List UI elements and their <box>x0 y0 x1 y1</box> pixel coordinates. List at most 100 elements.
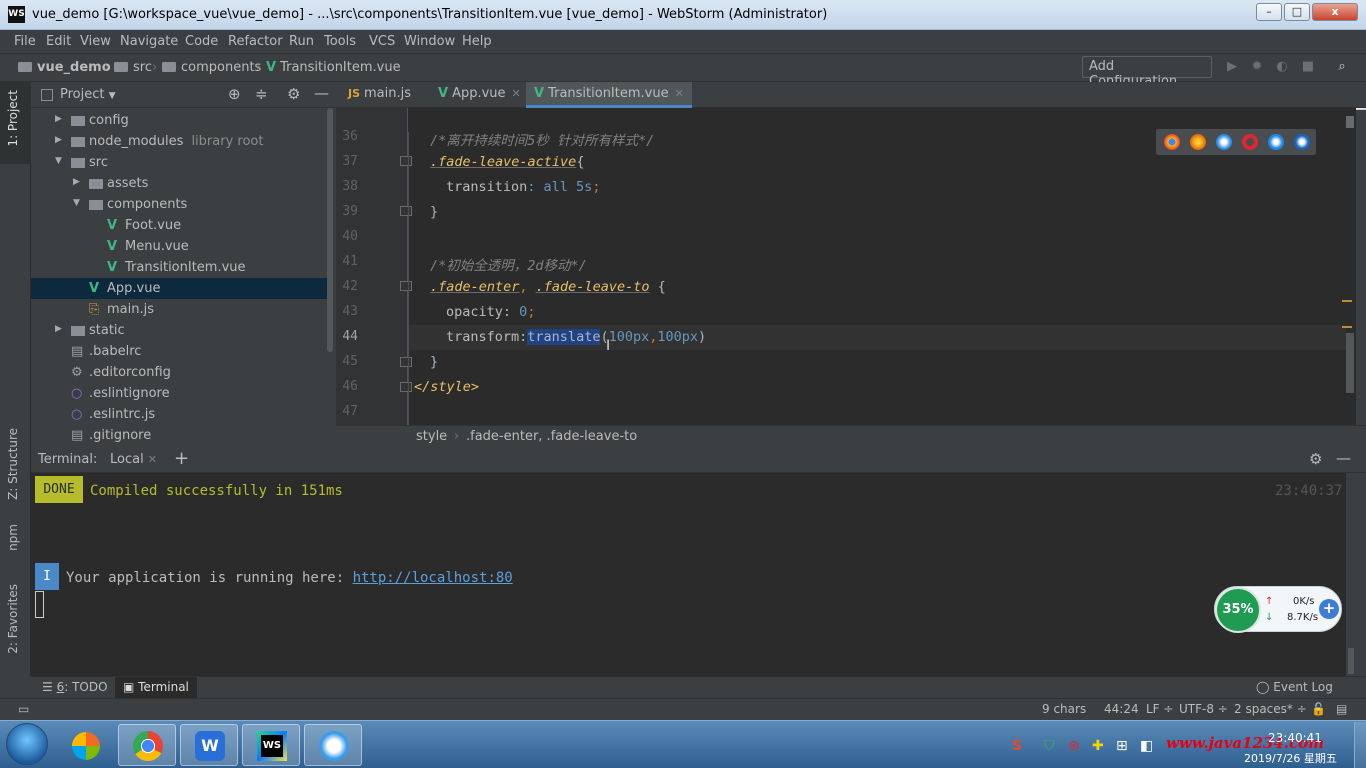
plus-icon[interactable]: + <box>1319 599 1339 619</box>
caret-position[interactable]: 44:24 <box>1104 702 1139 716</box>
opera-icon[interactable] <box>1242 134 1258 150</box>
collapse-all-icon[interactable]: ≑ <box>255 85 268 103</box>
tab-app-vue[interactable]: V App.vue ✕ <box>430 82 529 108</box>
tool-window-toggle-icon[interactable]: ▭ <box>18 702 29 716</box>
tab-terminal[interactable]: ▣ Terminal <box>115 677 197 699</box>
sogou-tray-icon[interactable]: S <box>1012 738 1022 754</box>
tab-todo[interactable]: ☰ 6: TODO <box>42 680 108 694</box>
breadcrumb-project[interactable]: vue_demo <box>18 60 111 75</box>
fold-marker-icon[interactable] <box>400 382 412 392</box>
tree-item[interactable]: ⎘ main.js <box>31 299 327 320</box>
breadcrumb-style[interactable]: style <box>416 429 447 444</box>
menu-navigate[interactable]: Navigate <box>120 34 178 49</box>
plus-tray-icon[interactable]: ✚ <box>1092 738 1104 754</box>
event-log-button[interactable]: ◯ Event Log <box>1256 680 1333 694</box>
indent-setting[interactable]: 2 spaces* ÷ <box>1234 702 1307 716</box>
taskbar-app-webstorm[interactable]: WS <box>242 724 300 766</box>
menu-edit[interactable]: Edit <box>46 34 71 49</box>
editor-scrollbar[interactable] <box>1342 108 1356 425</box>
chrome-icon[interactable] <box>1164 134 1180 150</box>
tree-item[interactable]: ⚙ .editorconfig <box>31 362 327 383</box>
tree-item[interactable]: ▤ .gitignore <box>31 425 327 446</box>
hide-panel-icon[interactable]: — <box>1336 449 1351 467</box>
debug-icon[interactable]: ✹ <box>1249 59 1265 75</box>
tab-transitionitem-vue[interactable]: V TransitionItem.vue ✕ <box>526 82 692 108</box>
project-view-selector[interactable]: Project ▼ <box>60 87 116 102</box>
tool-tab-npm[interactable]: npm <box>6 524 20 551</box>
internet-explorer-icon[interactable] <box>1268 134 1284 150</box>
menu-vcs[interactable]: VCS <box>369 34 395 49</box>
network-tray-icon[interactable]: ⊞ <box>1116 738 1128 754</box>
menu-run[interactable]: Run <box>289 34 314 49</box>
taskbar-app-chrome[interactable] <box>118 724 176 766</box>
show-desktop-button[interactable] <box>1354 722 1366 768</box>
chevron-right-icon[interactable]: ▶ <box>55 324 62 334</box>
menu-view[interactable]: View <box>80 34 111 49</box>
fold-marker-icon[interactable] <box>400 156 412 166</box>
antivirus-tray-icon[interactable]: ⊛ <box>1068 738 1080 754</box>
taskbar-app-browser[interactable] <box>304 724 362 766</box>
hide-panel-icon[interactable]: — <box>314 84 329 102</box>
security-tray-icon[interactable]: ⛉ <box>1044 738 1055 754</box>
breadcrumb-file[interactable]: V TransitionItem.vue <box>266 60 401 75</box>
tree-item[interactable]: ▶ static <box>31 320 327 341</box>
tree-item[interactable]: ▤ .babelrc <box>31 341 327 362</box>
menu-refactor[interactable]: Refactor <box>228 34 283 49</box>
terminal-scrollbar[interactable] <box>1348 648 1354 674</box>
safari-icon[interactable] <box>1216 134 1232 150</box>
lock-icon[interactable]: 🔓 <box>1311 702 1326 716</box>
tool-tab-project[interactable]: 1: Project <box>6 90 20 147</box>
tree-item[interactable]: ▼ src <box>31 152 327 173</box>
chevron-down-icon[interactable]: ▼ <box>55 156 62 166</box>
close-icon[interactable]: ✕ <box>512 87 521 100</box>
tree-item[interactable]: ▶ assets <box>31 173 327 194</box>
firefox-icon[interactable] <box>1190 134 1206 150</box>
start-button[interactable] <box>6 723 48 765</box>
chevron-right-icon[interactable]: ▶ <box>55 114 62 124</box>
taskbar-app-wps[interactable]: W <box>180 724 238 766</box>
breadcrumb-src[interactable]: src <box>114 60 152 75</box>
add-configuration-button[interactable]: Add Configuration... <box>1082 56 1212 89</box>
tool-tab-structure[interactable]: Z: Structure <box>6 428 20 500</box>
fold-marker-icon[interactable] <box>400 206 412 216</box>
volume-tray-icon[interactable]: ◧ <box>1140 738 1153 754</box>
memory-indicator-icon[interactable]: ▤ <box>1336 702 1347 716</box>
edge-icon[interactable] <box>1294 134 1310 150</box>
file-encoding[interactable]: UTF-8 ÷ <box>1179 702 1228 716</box>
locate-icon[interactable]: ⊕ <box>228 85 241 103</box>
close-icon[interactable]: ✕ <box>675 87 684 100</box>
stop-icon[interactable]: ■ <box>1300 59 1316 75</box>
clock-time[interactable]: 23:40:41 <box>1268 731 1322 745</box>
fold-marker-icon[interactable] <box>400 357 412 367</box>
minimize-button[interactable]: – <box>1256 3 1282 21</box>
close-icon[interactable]: ✕ <box>148 453 157 466</box>
menu-file[interactable]: File <box>14 34 36 49</box>
run-icon[interactable]: ▶ <box>1224 59 1240 75</box>
chevron-down-icon[interactable]: ▼ <box>73 198 80 208</box>
menu-code[interactable]: Code <box>185 34 218 49</box>
window-title-bar[interactable]: WS vue_demo [G:\workspace_vue\vue_demo] … <box>0 0 1366 30</box>
chevron-right-icon[interactable]: ▶ <box>73 177 80 187</box>
taskbar-app-explorer[interactable] <box>56 724 114 766</box>
coverage-icon[interactable]: ◐ <box>1274 59 1290 75</box>
gear-icon[interactable]: ⚙ <box>287 85 300 103</box>
localhost-link[interactable]: http://localhost:80 <box>353 570 513 586</box>
tree-item[interactable]: V Foot.vue <box>31 215 327 236</box>
tree-item[interactable]: ○ .eslintignore <box>31 383 327 404</box>
terminal-tab-local[interactable]: Local ✕ <box>110 452 157 467</box>
menu-help[interactable]: Help <box>462 34 492 49</box>
tool-tab-favorites[interactable]: 2: Favorites <box>6 584 20 654</box>
chevron-right-icon[interactable]: ▶ <box>55 135 62 145</box>
breadcrumb-components[interactable]: components <box>162 60 261 75</box>
project-scrollbar[interactable] <box>327 108 333 352</box>
maximize-button[interactable]: □ <box>1284 3 1310 21</box>
new-terminal-icon[interactable]: + <box>174 448 189 469</box>
menu-tools[interactable]: Tools <box>324 34 356 49</box>
line-separator[interactable]: LF ÷ <box>1146 702 1173 716</box>
tree-item[interactable]: ▶ config <box>31 110 327 131</box>
tree-item[interactable]: ○ .eslintrc.js <box>31 404 327 425</box>
breadcrumb-selector[interactable]: .fade-enter, .fade-leave-to <box>466 429 637 444</box>
tree-item[interactable]: V TransitionItem.vue <box>31 257 327 278</box>
tree-item[interactable]: ▼ components <box>31 194 327 215</box>
gear-icon[interactable]: ⚙ <box>1309 450 1322 468</box>
